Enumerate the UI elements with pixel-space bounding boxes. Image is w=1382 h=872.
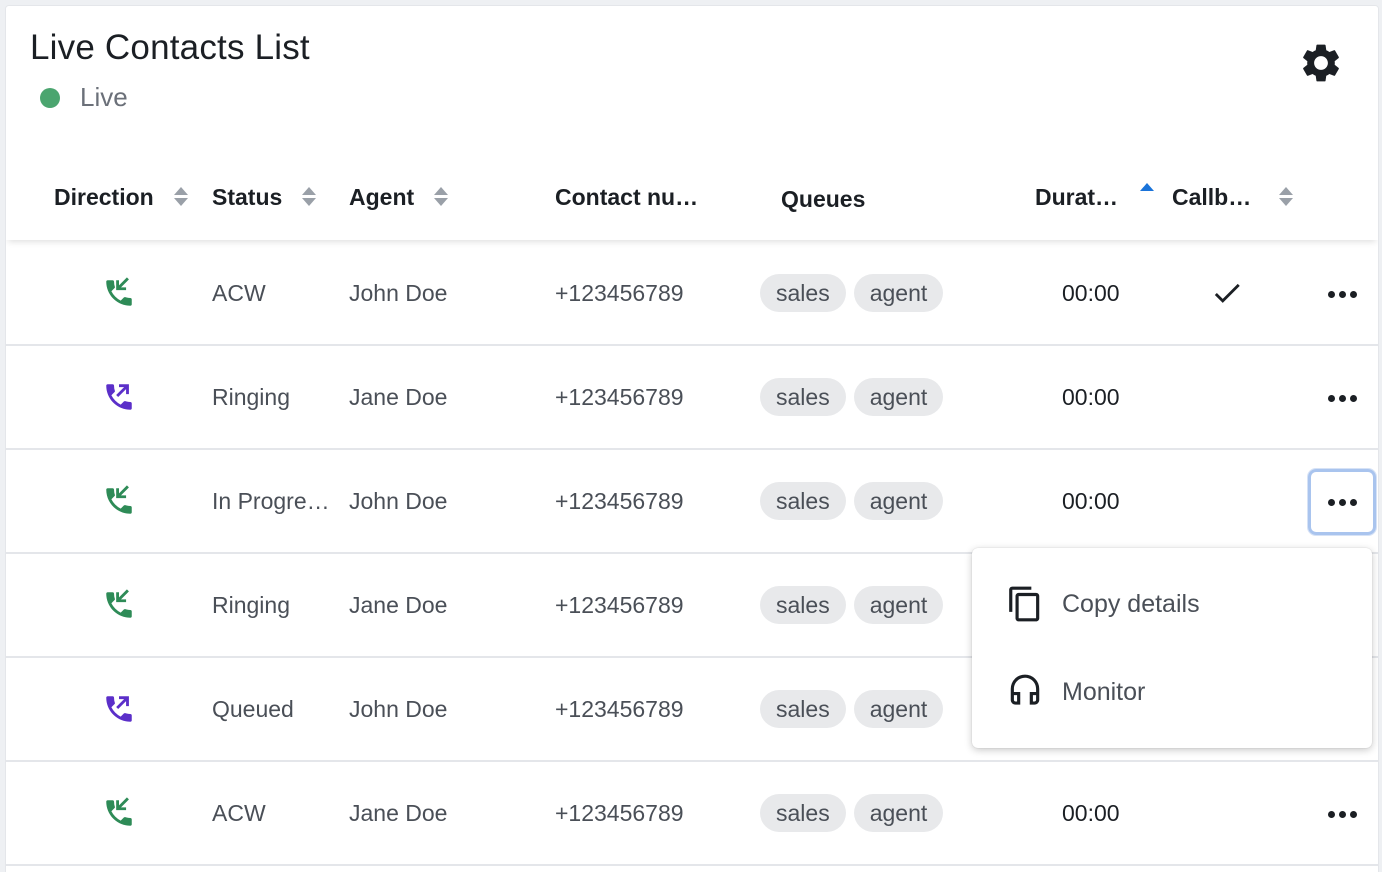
menu-item-copy-details[interactable]: Copy details — [972, 560, 1372, 648]
queue-chip: agent — [853, 274, 944, 312]
contact-number-cell: +123456789 — [555, 487, 684, 514]
queue-chip: sales — [760, 378, 846, 416]
queues-cell: sales agent — [760, 346, 951, 448]
table-row[interactable]: In Progre… John Doe +123456789 sales agent 00… — [6, 450, 1378, 554]
direction-cell — [102, 658, 136, 760]
queue-chip: sales — [760, 690, 846, 728]
queue-chip: sales — [760, 794, 846, 832]
direction-cell — [102, 346, 136, 448]
agent-cell: Jane Doe — [349, 591, 448, 618]
sort-icon[interactable] — [302, 186, 317, 208]
more-horizontal-icon — [1327, 810, 1357, 818]
table-row[interactable]: ACW Jane Doe +123456789 sales agent 00:00 — [6, 762, 1378, 866]
row-more-actions-button[interactable] — [1308, 261, 1376, 327]
page-title: Live Contacts List — [30, 28, 310, 67]
status-cell: Ringing — [212, 591, 290, 618]
queue-chip: sales — [760, 586, 846, 624]
contact-number-cell: +123456789 — [555, 799, 684, 826]
column-header-direction[interactable]: Direction — [54, 182, 188, 212]
callback-cell — [1210, 242, 1244, 344]
checkmark-icon — [1214, 283, 1240, 303]
row-more-actions-button[interactable] — [1308, 469, 1376, 535]
agent-cell: John Doe — [349, 279, 448, 306]
column-header-agent[interactable]: Agent — [349, 182, 449, 212]
menu-item-monitor[interactable]: Monitor — [972, 648, 1372, 736]
column-label: Durat… — [1035, 183, 1119, 210]
contact-number-cell: +123456789 — [555, 279, 684, 306]
agent-cell: John Doe — [349, 695, 448, 722]
row-more-actions-button[interactable] — [1308, 781, 1376, 847]
phone-outgoing-icon — [106, 696, 132, 722]
phone-outgoing-icon — [106, 384, 132, 410]
direction-cell — [102, 554, 136, 656]
menu-item-label: Monitor — [1062, 677, 1146, 706]
column-label: Direction — [54, 183, 154, 210]
column-header-callback[interactable]: Callb… — [1172, 182, 1294, 212]
duration-cell: 00:00 — [1062, 279, 1120, 306]
column-label: Status — [212, 183, 283, 210]
live-indicator: Live — [40, 82, 128, 113]
queue-chip: agent — [853, 690, 944, 728]
queue-chip: sales — [760, 274, 846, 312]
queue-chip: agent — [853, 794, 944, 832]
contact-number-cell: +123456789 — [555, 695, 684, 722]
status-cell: Queued — [212, 695, 294, 722]
agent-cell: John Doe — [349, 487, 448, 514]
row-more-actions-button[interactable] — [1308, 365, 1376, 431]
column-header-status[interactable]: Status — [212, 182, 317, 212]
queues-cell: sales agent — [760, 242, 951, 344]
status-cell: Ringing — [212, 383, 290, 410]
more-horizontal-icon — [1327, 394, 1357, 402]
queue-chip: agent — [853, 378, 944, 416]
direction-cell — [102, 762, 136, 864]
duration-cell: 00:00 — [1062, 383, 1120, 410]
column-header-contact-number[interactable]: Contact nu… — [555, 182, 698, 212]
duration-cell: 00:00 — [1062, 799, 1120, 826]
status-cell: ACW — [212, 279, 266, 306]
more-horizontal-icon — [1327, 498, 1357, 506]
contact-number-cell: +123456789 — [555, 591, 684, 618]
queue-chip: agent — [853, 586, 944, 624]
live-contacts-card: Live Contacts List Live Direction Status… — [6, 6, 1378, 872]
direction-cell — [102, 450, 136, 552]
copy-icon — [1009, 586, 1040, 622]
sort-icon[interactable] — [434, 186, 449, 208]
queue-chip: sales — [760, 482, 846, 520]
agent-cell: Jane Doe — [349, 799, 448, 826]
queue-chip: agent — [853, 482, 944, 520]
column-header-duration[interactable]: Durat… — [1035, 182, 1155, 212]
live-status-label: Live — [80, 82, 128, 112]
queues-cell: sales agent — [760, 450, 951, 552]
phone-incoming-icon — [106, 277, 132, 306]
column-header-queues[interactable]: Queues — [781, 184, 865, 214]
phone-incoming-icon — [106, 797, 132, 826]
column-label: Agent — [349, 183, 415, 210]
live-status-dot — [40, 87, 60, 108]
more-horizontal-icon — [1327, 290, 1357, 298]
sort-icon[interactable] — [1279, 186, 1294, 208]
sort-ascending-icon[interactable] — [1140, 182, 1155, 204]
contact-number-cell: +123456789 — [555, 383, 684, 410]
status-cell: In Progre… — [212, 487, 330, 514]
sort-icon[interactable] — [173, 186, 188, 208]
queues-cell: sales agent — [760, 658, 951, 760]
table-row[interactable]: Ringing Jane Doe +123456789 sales agent 00:00 — [6, 346, 1378, 450]
duration-cell: 00:00 — [1062, 487, 1120, 514]
column-label: Queues — [781, 185, 866, 212]
column-label: Callb… — [1172, 183, 1252, 210]
row-context-menu: Copy details Monitor — [972, 548, 1372, 748]
status-cell: ACW — [212, 799, 266, 826]
queues-cell: sales agent — [760, 554, 951, 656]
phone-incoming-icon — [106, 485, 132, 514]
gear-icon[interactable] — [1298, 40, 1344, 86]
agent-cell: Jane Doe — [349, 383, 448, 410]
table-row[interactable]: ACW John Doe +123456789 sales agent 00:00 — [6, 242, 1378, 346]
headset-icon — [1010, 674, 1040, 705]
phone-incoming-icon — [106, 589, 132, 618]
card-header: Live Contacts List Live Direction Status… — [6, 6, 1378, 240]
column-label: Contact nu… — [555, 183, 699, 210]
direction-cell — [102, 242, 136, 344]
queues-cell: sales agent — [760, 762, 951, 864]
menu-item-label: Copy details — [1062, 589, 1200, 618]
